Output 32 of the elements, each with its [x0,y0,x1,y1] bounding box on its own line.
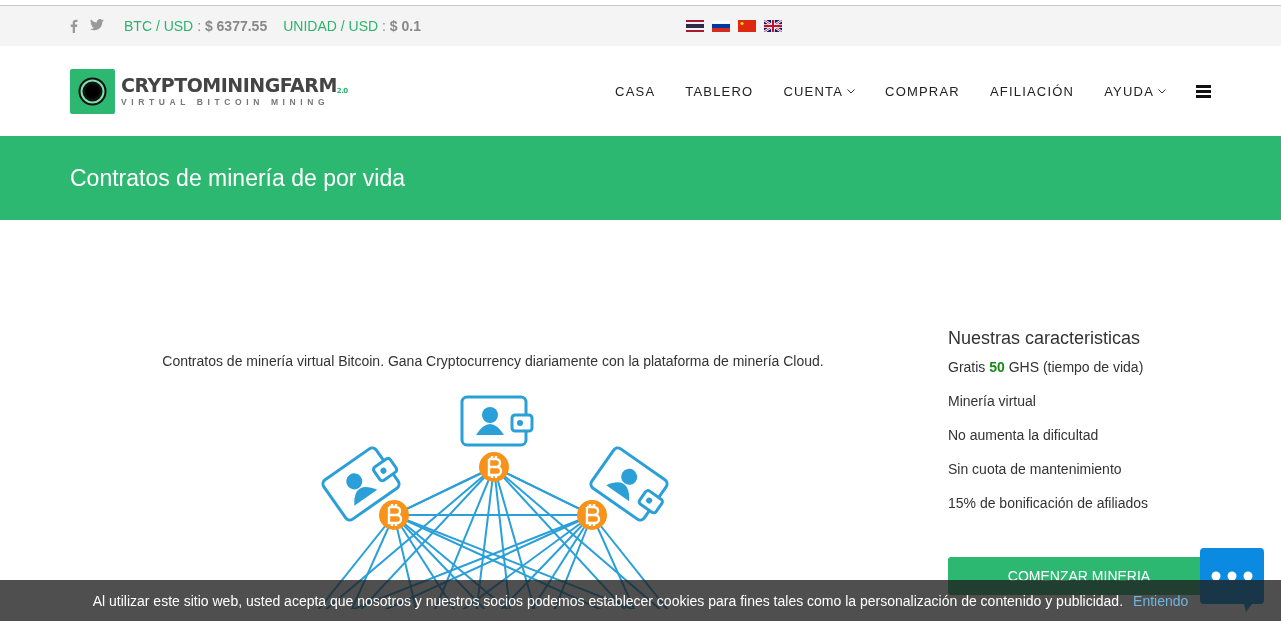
accept-link[interactable]: Entiendo [1133,592,1189,609]
flag-icon[interactable] [711,20,730,32]
feature-item: No aumenta la dificultad [948,427,1100,443]
bitcoin-icon [577,500,607,530]
cookie-notice: Al utilizar este sitio web, usted acepta que nosotros y nuestros socios podemos establecer cookies para fines tales como la personalización de contenido y publicidad. [92,592,1124,609]
bitcoin-icon [379,500,409,530]
caret-icon [1158,88,1166,94]
feature-item: Gratis 50 GHS (tiempo de vida) [948,359,1145,375]
menu-icon[interactable] [1196,84,1211,98]
nav-link[interactable]: CASA [615,83,656,99]
logo-icon[interactable] [70,68,115,114]
flag-icon[interactable] [685,20,704,32]
caret-icon [847,88,856,94]
banner-title: Contratos de minería de por vida [70,164,405,192]
facebook-icon[interactable] [70,19,78,33]
price-ticker: BTC / USD : $ 6377.55 [124,18,268,34]
price-ticker: UNIDAD / USD : $ 0.1 [283,18,421,34]
nav-link[interactable]: AYUDA [1104,83,1166,99]
nav-link[interactable]: AFILIACIÓN [989,83,1075,99]
feature-item: 15% de bonificación de afiliados [948,495,1150,511]
feature-item: Minería virtual [948,393,1037,409]
intro-text: Contratos de minería virtual Bitcoin. Gana Cryptocurrency diariamente con la plataforma de minería Cloud. [162,353,824,369]
feature-item: Sin cuota de mantenimiento [948,461,1123,477]
nav-link[interactable]: COMPRAR [885,83,960,99]
wallet-icon [460,395,534,447]
nav-link[interactable]: CUENTA [783,83,856,99]
flag-icon[interactable] [763,20,782,32]
nav-link[interactable]: TABLERO [685,83,754,99]
twitter-icon[interactable] [90,19,104,31]
bitcoin-icon [479,452,509,482]
features-title: Nuestras caracteristicas [948,328,1142,349]
logo-tagline: VIRTUAL BITCOIN MINING [121,96,331,107]
